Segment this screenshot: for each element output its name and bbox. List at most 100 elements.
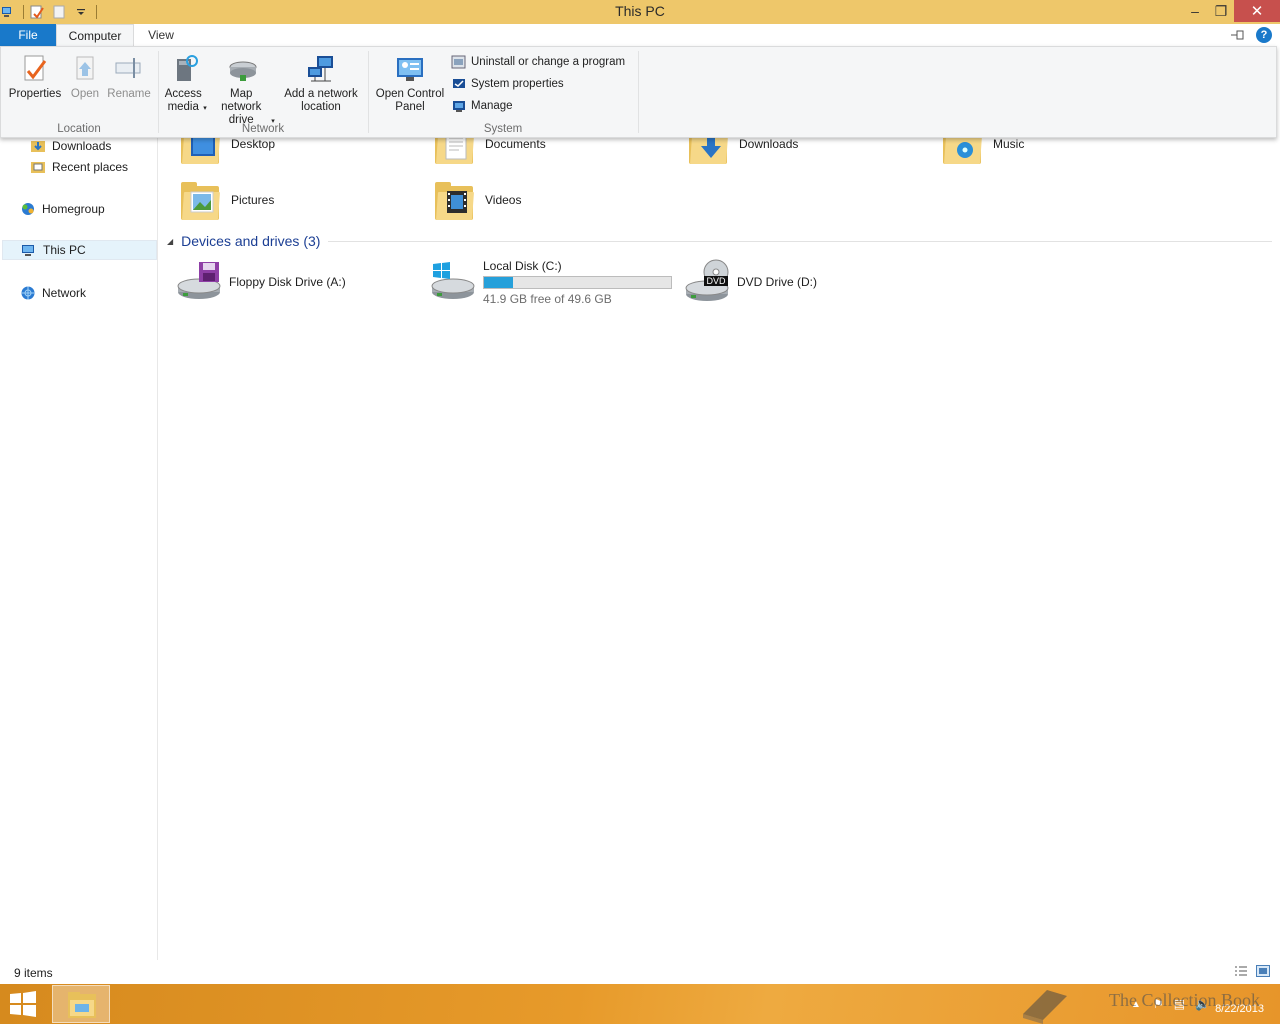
map-network-drive-label: Map network drive [221,88,262,126]
network-icon [20,285,36,301]
collapse-arrow-icon[interactable]: ◢ [167,237,173,246]
nav-item-downloads[interactable]: Downloads [30,136,111,156]
maximize-button[interactable]: ❐ [1208,0,1234,22]
tab-view[interactable]: View [136,24,186,47]
status-bar: 9 items [0,960,1280,984]
tab-computer[interactable]: Computer [56,24,134,47]
map-network-drive-button[interactable]: Map network drive ▾ [207,53,279,128]
folder-label: Documents [485,137,546,151]
tab-file[interactable]: File [0,24,56,47]
system-properties-icon [451,76,467,92]
add-network-location-icon [305,53,337,85]
content-pane: Desktop Documents Downloads Music Pictur… [159,126,1280,960]
title-bar: This PC – ❐ ✕ [0,0,1280,24]
homegroup-icon [20,201,36,217]
drive-tile-dvd[interactable]: DVD DVD Drive (D:) [683,258,817,306]
disk-usage-bar [483,275,672,289]
taskbar: ▲ ⚑ ▤ 🔈 [0,984,1280,1024]
ribbon-right-controls: ? [1230,27,1272,43]
navigation-pane: Downloads Recent places Homegroup This P… [0,138,158,960]
add-network-location-button[interactable]: Add a network location [281,53,361,114]
manage-label: Manage [471,100,513,112]
local-disk-info: Local Disk (C:) 41.9 GB free of 49.6 GB [483,259,672,306]
details-view-icon[interactable] [1234,965,1248,977]
map-network-drive-icon [227,53,259,85]
drive-free-space: 41.9 GB free of 49.6 GB [483,291,612,306]
local-disk-icon [429,258,477,306]
pictures-folder-icon [177,176,225,224]
file-explorer-icon [68,992,96,1018]
taskbar-file-explorer[interactable] [52,985,110,1023]
ribbon-group-system: Open Control Panel Uninstall or change a… [369,47,637,137]
uninstall-program-icon [451,54,467,70]
rename-icon [113,53,145,85]
nav-label-network: Network [42,286,87,300]
drive-label-floppy: Floppy Disk Drive (A:) [229,275,346,289]
folder-label: Desktop [231,137,276,151]
devices-section-label: Devices and drives (3) [181,233,321,249]
nav-item-this-pc[interactable]: This PC [2,240,157,260]
access-media-icon [169,53,201,85]
uninstall-program-button[interactable]: Uninstall or change a program [451,52,625,72]
close-button[interactable]: ✕ [1234,0,1280,22]
videos-folder-icon [431,176,479,224]
help-icon[interactable]: ? [1256,27,1272,43]
manage-icon [451,98,467,114]
nav-item-network[interactable]: Network [20,283,86,303]
properties-button[interactable]: Properties [7,53,63,101]
rename-label: Rename [107,88,151,100]
ribbon-group-network: Access media ▾ Map network drive ▾ Add a n… [159,47,367,137]
nav-item-homegroup[interactable]: Homegroup [20,199,105,219]
open-icon [69,53,101,85]
open-button[interactable]: Open [65,53,105,101]
system-properties-label: System properties [471,78,564,90]
pin-ribbon-icon[interactable] [1230,29,1246,41]
windows-logo-icon [10,991,36,1017]
disk-usage-fill [484,276,513,288]
folder-tile-videos[interactable]: Videos [431,176,521,224]
start-button[interactable] [8,990,40,1018]
view-switcher [1234,965,1270,977]
manage-button[interactable]: Manage [451,96,513,116]
item-count: 9 items [14,966,53,980]
ribbon-panel: Properties Open Rename Location Access m… [0,46,1277,138]
floppy-drive-icon [175,258,223,306]
this-pc-icon [21,242,37,258]
system-group-label: System [483,123,523,135]
drive-tile-local-disk[interactable]: Local Disk (C:) 41.9 GB free of 49.6 GB [429,258,672,306]
uninstall-program-label: Uninstall or change a program [471,56,626,68]
open-control-panel-button[interactable]: Open Control Panel [373,53,447,114]
folder-label: Downloads [739,137,799,151]
nav-label-recent-places: Recent places [52,160,129,174]
dvd-badge-text: DVD [706,276,726,286]
drive-tile-floppy[interactable]: Floppy Disk Drive (A:) [175,258,346,306]
control-panel-icon [394,53,426,85]
dvd-drive-icon: DVD [683,258,731,306]
minimize-button[interactable]: – [1182,0,1208,22]
rename-button[interactable]: Rename [105,53,153,101]
recent-places-icon [30,159,46,175]
window-title: This PC [615,3,665,19]
group-separator [638,51,639,133]
book-watermark-icon [1023,990,1068,1024]
ribbon-group-location: Properties Open Rename Location [1,47,157,137]
folder-label: Pictures [231,193,275,207]
system-properties-button[interactable]: System properties [451,74,564,94]
window-controls: – ❐ ✕ [1182,0,1280,24]
section-divider [328,240,1272,242]
network-group-label: Network [241,123,285,135]
devices-section-header[interactable]: ◢ Devices and drives (3) [167,233,1272,249]
access-media-label: Access media [164,88,202,113]
watermark-text: The Collection Book [1109,990,1260,1010]
ribbon-tab-bar: File Computer View ? [0,24,1280,47]
properties-icon [19,53,51,85]
large-icons-view-icon[interactable] [1256,965,1270,977]
folder-label: Videos [485,193,522,207]
folder-tile-pictures[interactable]: Pictures [177,176,274,224]
access-media-button[interactable]: Access media ▾ [163,53,207,115]
location-group-label: Location [57,123,101,135]
open-label: Open [70,88,100,100]
add-network-location-label: Add a network location [284,88,358,113]
open-control-panel-label: Open Control Panel [375,88,445,113]
nav-item-recent-places[interactable]: Recent places [30,157,128,177]
